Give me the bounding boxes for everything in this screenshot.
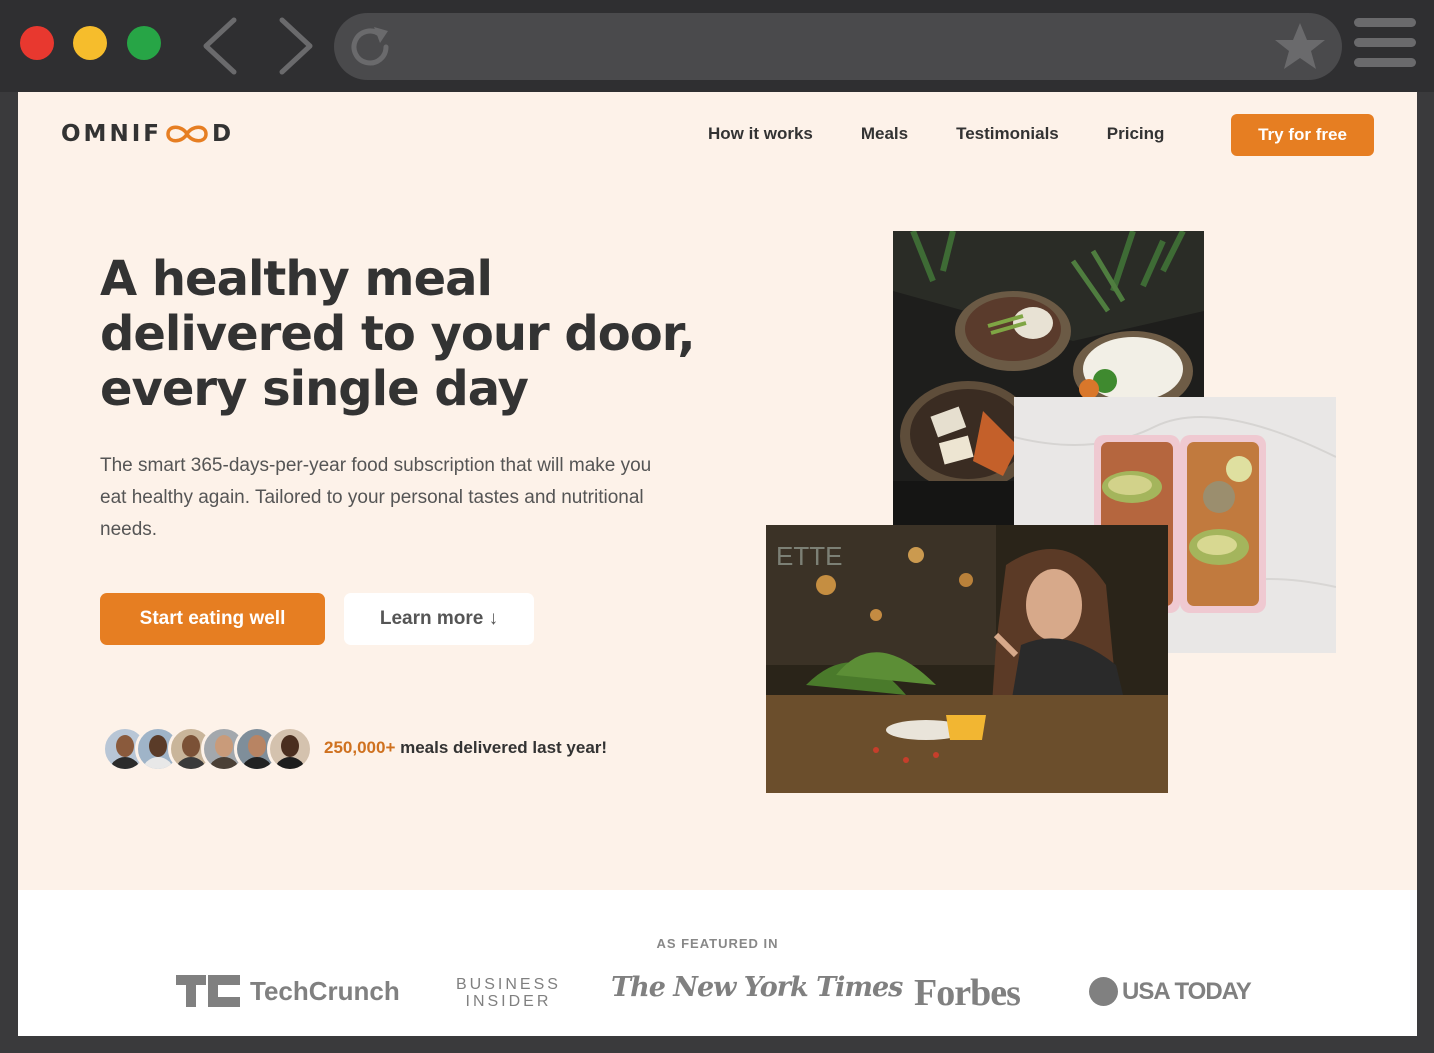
forbes-logo: Forbes <box>914 972 1021 1014</box>
infinity-logo-icon <box>166 125 208 143</box>
business-insider-line-1: BUSINESS <box>456 976 561 993</box>
nav-link-meals[interactable]: Meals <box>861 124 908 144</box>
close-window-button[interactable] <box>20 26 54 60</box>
business-insider-line-2: INSIDER <box>465 993 552 1010</box>
techcrunch-tc-icon <box>176 975 240 1007</box>
press-logos: TechCrunch BUSINESS INSIDER The New York… <box>18 972 1417 1022</box>
main-nav: How it works Meals Testimonials Pricing <box>708 124 1212 144</box>
learn-more-button[interactable]: Learn more ↓ <box>344 593 534 645</box>
logo-text-left: OMNIF <box>61 121 162 147</box>
nav-link-testimonials[interactable]: Testimonials <box>956 124 1059 144</box>
meals-delivered-text: meals delivered last year! <box>395 738 608 757</box>
hero-title-line-1: A healthy meal <box>100 251 493 307</box>
nav-link-how-it-works[interactable]: How it works <box>708 124 813 144</box>
hero-title-line-3: every single day <box>100 361 529 417</box>
chevron-right-icon[interactable] <box>276 16 316 76</box>
logo-text-right: D <box>211 121 235 147</box>
meals-delivered-stat: 250,000+ meals delivered last year! <box>324 738 607 758</box>
site-header: OMNIF D How it works Meals Testimonials … <box>18 92 1417 178</box>
business-insider-logo: BUSINESS INSIDER <box>456 976 561 1010</box>
usa-today-circle-icon <box>1089 977 1118 1006</box>
hero-title: A healthy meal delivered to your door, e… <box>100 252 700 417</box>
customer-avatars <box>102 726 313 772</box>
techcrunch-logo-text: TechCrunch <box>250 975 400 1006</box>
woman-eating-photo: ETTE <box>766 525 1168 793</box>
hamburger-menu-icon[interactable] <box>1354 18 1416 74</box>
nav-link-pricing[interactable]: Pricing <box>1107 124 1165 144</box>
maximize-window-button[interactable] <box>127 26 161 60</box>
chevron-left-icon[interactable] <box>200 16 240 76</box>
featured-in-section: AS FEATURED IN TechCrunch BUSINESS INSID… <box>18 890 1417 1036</box>
nyt-logo: The New York Times <box>611 972 903 1003</box>
usa-today-logo-text: USA TODAY <box>1122 977 1252 1005</box>
star-icon[interactable] <box>1272 19 1328 75</box>
hero-description: The smart 365-days-per-year food subscri… <box>100 455 652 540</box>
minimize-window-button[interactable] <box>73 26 107 60</box>
page-viewport: OMNIF D How it works Meals Testimonials … <box>18 92 1417 1036</box>
featured-in-title: AS FEATURED IN <box>656 936 779 951</box>
omnifood-logo[interactable]: OMNIF D <box>61 118 234 150</box>
reload-icon[interactable] <box>344 21 396 73</box>
meals-delivered-count: 250,000+ <box>324 738 396 757</box>
usa-today-logo: USA TODAY <box>1089 977 1252 1006</box>
hero-title-line-2: delivered to your door, <box>100 306 696 362</box>
address-bar[interactable] <box>334 13 1342 80</box>
browser-toolbar <box>0 0 1434 92</box>
avatar <box>267 726 313 772</box>
start-eating-well-button[interactable]: Start eating well <box>100 593 325 645</box>
svg-text:ETTE: ETTE <box>776 541 842 571</box>
try-for-free-button[interactable]: Try for free <box>1231 114 1374 156</box>
techcrunch-logo: TechCrunch <box>176 975 400 1007</box>
